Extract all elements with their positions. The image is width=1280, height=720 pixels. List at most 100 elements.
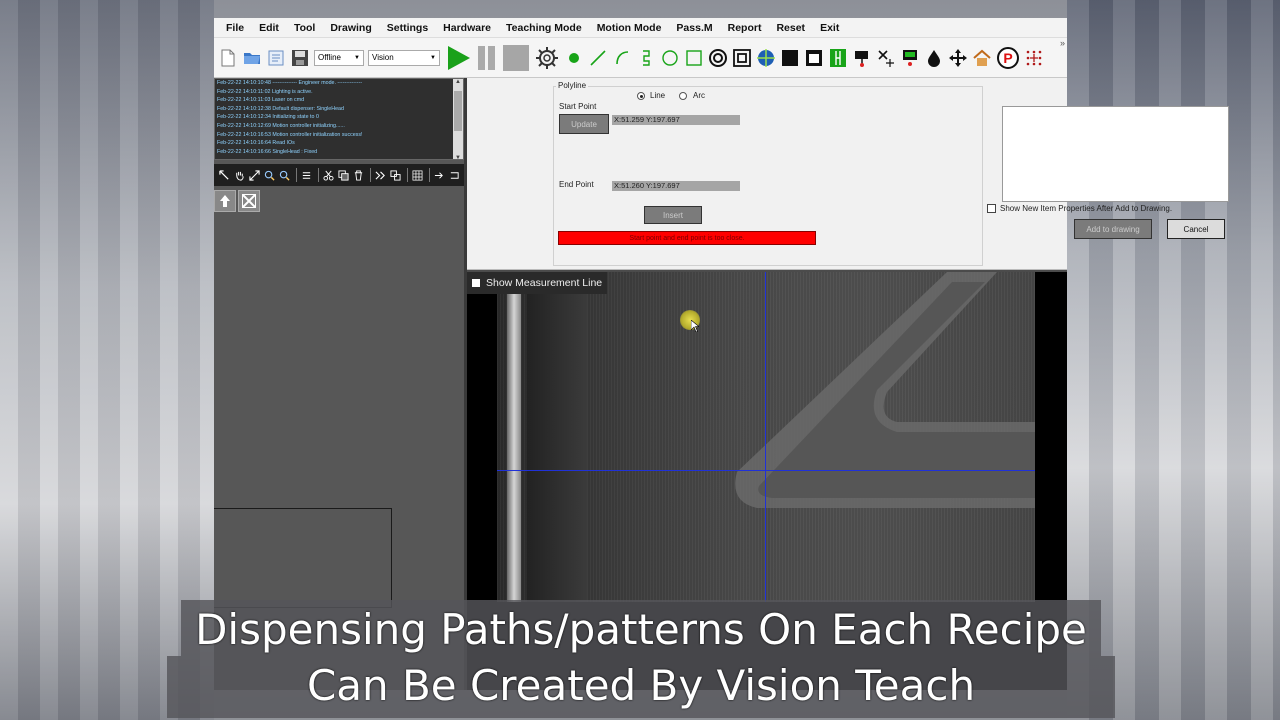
menu-exit[interactable]: Exit	[820, 22, 839, 34]
svg-text:P: P	[1003, 50, 1012, 66]
cut-icon[interactable]	[322, 169, 334, 181]
document-icon[interactable]	[266, 48, 286, 68]
menu-bar: File Edit Tool Drawing Settings Hardware…	[214, 18, 1067, 38]
pause-icon[interactable]	[476, 44, 498, 72]
move-icon[interactable]	[948, 48, 968, 68]
group-icon[interactable]	[389, 169, 401, 181]
caption-text-2: Can Be Created By Vision Teach	[166, 656, 1116, 718]
points-list[interactable]	[1002, 106, 1229, 202]
log-scroll-thumb[interactable]	[454, 91, 462, 131]
rectangle-tool-icon[interactable]	[684, 48, 704, 68]
resize-icon[interactable]	[248, 169, 260, 181]
menu-reset[interactable]: Reset	[776, 22, 805, 34]
part-contour-image	[735, 272, 1035, 508]
end-point-coord: X:51.260 Y:197.697	[612, 181, 740, 191]
log-line: Feb-22-22 14:10:11:02 Lighting is active…	[217, 88, 313, 95]
copy-icon[interactable]	[337, 169, 349, 181]
open-folder-icon[interactable]	[242, 48, 262, 68]
polyline-tool-icon[interactable]	[636, 48, 656, 68]
toolbar-separator	[429, 168, 430, 182]
preview-box	[214, 508, 392, 608]
menu-teaching-mode[interactable]: Teaching Mode	[506, 22, 582, 34]
grid-points-icon[interactable]	[1024, 48, 1044, 68]
left-panel: Feb-22-22 14:10:10:48 -------------- Eng…	[214, 78, 464, 690]
arc-tool-icon[interactable]	[612, 48, 632, 68]
update-button[interactable]: Update	[559, 114, 609, 134]
log-line: Feb-22-22 14:10:12:69 Motion controller …	[217, 122, 345, 129]
menu-pass-m[interactable]: Pass.M	[676, 22, 712, 34]
pan-hand-icon[interactable]	[233, 169, 245, 181]
cross-axis-icon[interactable]	[876, 48, 896, 68]
loop-icon[interactable]	[448, 169, 460, 181]
mode-select[interactable]: Offline ▼	[314, 49, 364, 66]
zoom-out-icon[interactable]	[278, 169, 290, 181]
menu-hardware[interactable]: Hardware	[443, 22, 491, 34]
select-arrow-icon[interactable]	[218, 169, 230, 181]
menu-drawing[interactable]: Drawing	[330, 22, 371, 34]
menu-file[interactable]: File	[226, 22, 244, 34]
cancel-button[interactable]: Cancel	[1167, 219, 1225, 239]
arrow-up-icon	[220, 195, 230, 207]
list-icon[interactable]	[300, 169, 312, 181]
crosshair-horizontal	[497, 470, 1035, 471]
dot-tool-icon[interactable]	[564, 48, 584, 68]
insert-button[interactable]: Insert	[644, 206, 702, 224]
add-to-drawing-button[interactable]: Add to drawing	[1074, 219, 1152, 239]
menu-edit[interactable]: Edit	[259, 22, 279, 34]
fill-square-icon[interactable]	[780, 48, 800, 68]
show-properties-checkbox[interactable]	[987, 204, 996, 213]
menu-tool[interactable]: Tool	[294, 22, 315, 34]
event-log: Feb-22-22 14:10:10:48 -------------- Eng…	[214, 78, 464, 160]
frame-tool-icon[interactable]	[732, 48, 752, 68]
grid-icon[interactable]	[411, 169, 423, 181]
window-square-icon[interactable]	[804, 48, 824, 68]
circle-tool-icon[interactable]	[660, 48, 680, 68]
crosshair-vertical	[765, 272, 766, 602]
drop-icon[interactable]	[924, 48, 944, 68]
monitor-drop-icon[interactable]	[900, 48, 920, 68]
line-radio[interactable]	[637, 92, 645, 100]
toolbar-separator	[370, 168, 371, 182]
ring-tool-icon[interactable]	[708, 48, 728, 68]
delete-icon[interactable]	[352, 169, 364, 181]
marker-icon[interactable]	[828, 48, 848, 68]
dropdown-arrow-icon: ▼	[430, 54, 436, 61]
fit-view-button[interactable]	[238, 190, 260, 212]
scroll-up-icon[interactable]: ▲	[455, 79, 461, 85]
menu-report[interactable]: Report	[728, 22, 762, 34]
menu-motion-mode[interactable]: Motion Mode	[597, 22, 662, 34]
path-start-icon[interactable]	[433, 169, 445, 181]
toolbar-separator	[318, 168, 319, 182]
caption-line-1: Dispensing Paths/patterns On Each Recipe	[166, 600, 1116, 656]
forward-icon[interactable]	[374, 169, 386, 181]
end-point-label: End Point	[559, 180, 594, 189]
toolbar-overflow-chevron[interactable]: »	[1060, 38, 1065, 48]
start-point-coord: X:51.259 Y:197.697	[612, 115, 740, 125]
measurement-checkbox[interactable]	[472, 279, 480, 287]
stop-icon[interactable]	[502, 44, 530, 72]
gear-icon[interactable]	[534, 45, 560, 71]
new-file-icon[interactable]	[218, 48, 238, 68]
pin-drop-icon[interactable]	[852, 48, 872, 68]
park-icon[interactable]: P	[996, 46, 1020, 70]
show-measurement-line-toggle[interactable]: Show Measurement Line	[467, 272, 607, 294]
scroll-down-icon[interactable]: ▼	[455, 155, 461, 159]
measurement-label: Show Measurement Line	[486, 277, 603, 289]
arc-radio[interactable]	[679, 92, 687, 100]
menu-settings[interactable]: Settings	[387, 22, 428, 34]
save-icon[interactable]	[290, 48, 310, 68]
line-tool-icon[interactable]	[588, 48, 608, 68]
line-radio-label: Line	[650, 91, 666, 100]
view-select[interactable]: Vision ▼	[368, 49, 440, 66]
move-up-button[interactable]	[214, 190, 236, 212]
application-window: File Edit Tool Drawing Settings Hardware…	[214, 18, 1229, 690]
log-scrollbar[interactable]: ▲ ▼	[453, 79, 463, 159]
play-icon[interactable]	[444, 44, 472, 72]
target-icon[interactable]	[756, 48, 776, 68]
home-icon[interactable]	[972, 48, 992, 68]
toolbar-separator	[407, 168, 408, 182]
zoom-in-icon[interactable]	[263, 169, 275, 181]
fit-view-icon	[242, 194, 256, 208]
panel-buttons	[214, 190, 262, 212]
mouse-pointer-icon	[691, 320, 699, 332]
